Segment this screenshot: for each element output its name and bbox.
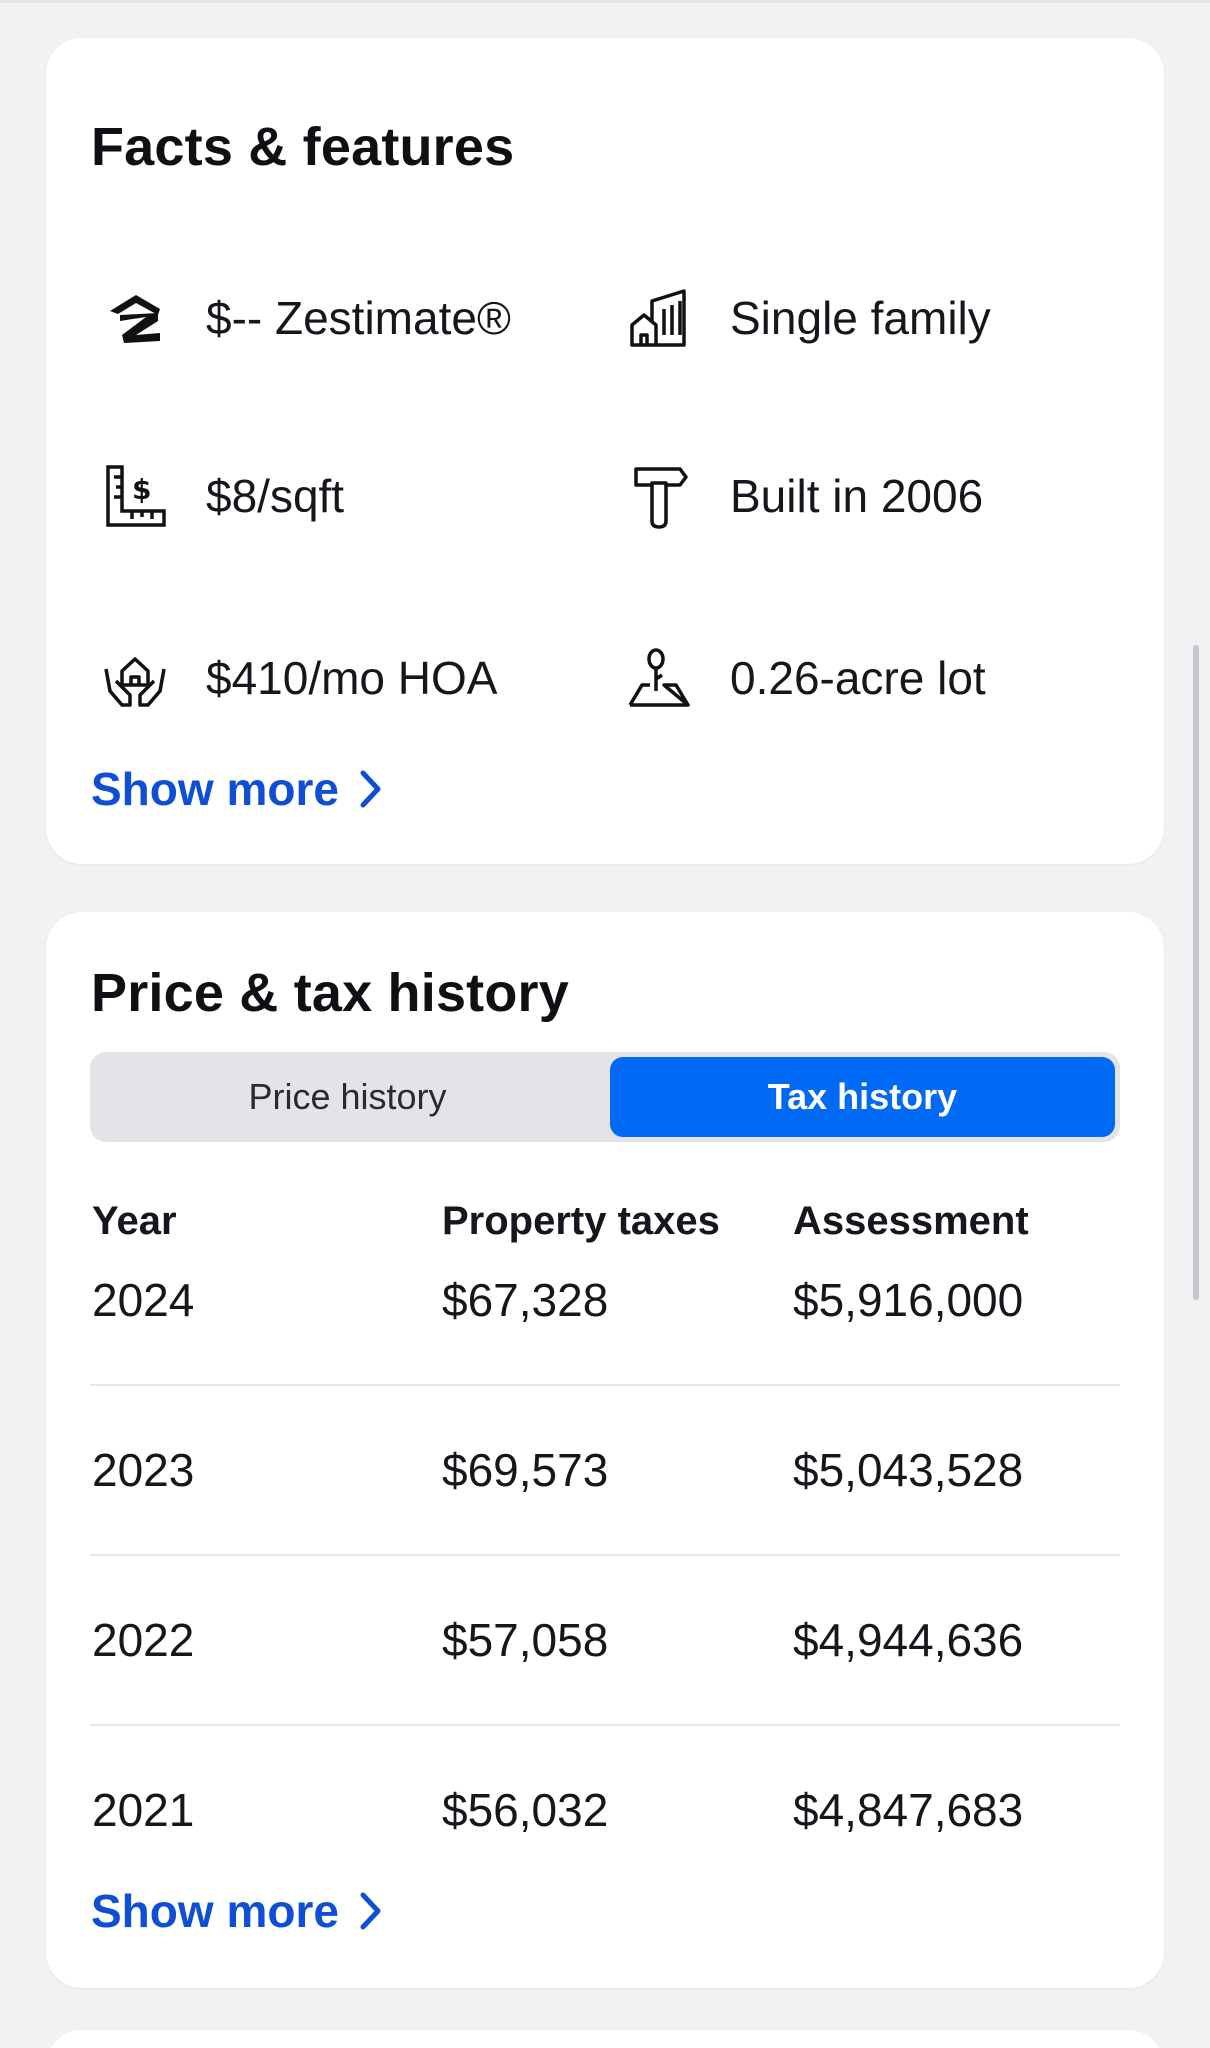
facts-show-more-link[interactable]: Show more	[91, 762, 383, 816]
price-per-sqft-icon: $	[106, 465, 166, 527]
svg-text:$: $	[132, 473, 151, 506]
fact-zestimate: $-- Zestimate®	[102, 278, 511, 358]
row-divider	[90, 1384, 1120, 1386]
scrollbar[interactable]	[1193, 645, 1199, 1300]
fact-price-per-sqft: $ $8/sqft	[102, 456, 344, 536]
cell-year: 2021	[92, 1784, 195, 1836]
column-header-assessment: Assessment	[793, 1199, 1029, 1243]
page: Facts & features $-- Zestimate® Single f…	[0, 0, 1210, 2048]
column-header-property-taxes: Property taxes	[442, 1199, 720, 1243]
column-header-year: Year	[92, 1199, 177, 1243]
cell-property-taxes: $56,032	[442, 1784, 609, 1836]
cell-property-taxes: $69,573	[442, 1444, 609, 1496]
tax-show-more-link[interactable]: Show more	[91, 1884, 383, 1938]
row-divider	[90, 1724, 1120, 1726]
cell-assessment: $5,043,528	[793, 1444, 1024, 1496]
zillow-logo-icon	[110, 295, 160, 343]
cell-property-taxes: $67,328	[442, 1274, 609, 1326]
tab-price-history[interactable]: Price history	[95, 1057, 600, 1137]
history-tab-switcher: Price history Tax history	[90, 1052, 1120, 1142]
chevron-right-icon	[360, 770, 381, 808]
fact-label: $8/sqft	[206, 470, 345, 522]
hammer-icon	[634, 467, 688, 529]
cell-year: 2022	[92, 1614, 195, 1666]
table-row: 2023 $69,573 $5,043,528	[46, 1443, 1164, 1533]
fact-lot-size: 0.26-acre lot	[626, 638, 986, 718]
next-card-edge	[46, 2030, 1164, 2048]
lot-tree-icon	[628, 648, 690, 707]
fact-hoa: $410/mo HOA	[102, 638, 497, 718]
cell-assessment: $5,916,000	[793, 1274, 1024, 1326]
hoa-hands-house-icon	[104, 657, 166, 707]
row-divider	[90, 1554, 1120, 1556]
cell-assessment: $4,847,683	[793, 1784, 1024, 1836]
show-more-label: Show more	[91, 1885, 339, 1937]
top-divider	[0, 0, 1210, 3]
cell-property-taxes: $57,058	[442, 1614, 609, 1666]
tab-tax-history[interactable]: Tax history	[610, 1057, 1115, 1137]
table-row: 2021 $56,032 $4,847,683	[46, 1783, 1164, 1873]
fact-label: Built in 2006	[730, 470, 984, 522]
facts-features-title: Facts & features	[91, 117, 515, 177]
cell-year: 2023	[92, 1444, 195, 1496]
fact-year-built: Built in 2006	[626, 456, 983, 536]
table-row: 2022 $57,058 $4,944,636	[46, 1613, 1164, 1703]
show-more-label: Show more	[91, 763, 339, 815]
fact-home-type: Single family	[626, 278, 991, 358]
fact-label: 0.26-acre lot	[730, 652, 986, 704]
fact-label: $-- Zestimate®	[206, 292, 511, 344]
cell-year: 2024	[92, 1274, 195, 1326]
price-tax-history-title: Price & tax history	[91, 963, 569, 1023]
building-icon	[630, 289, 686, 347]
fact-label: $410/mo HOA	[206, 652, 498, 704]
price-tax-history-card: Price & tax history Price history Tax hi…	[46, 912, 1164, 1988]
fact-label: Single family	[730, 292, 991, 344]
cell-assessment: $4,944,636	[793, 1614, 1024, 1666]
table-row: 2024 $67,328 $5,916,000	[46, 1273, 1164, 1363]
facts-features-card: Facts & features $-- Zestimate® Single f…	[46, 38, 1164, 864]
chevron-right-icon	[360, 1892, 381, 1930]
